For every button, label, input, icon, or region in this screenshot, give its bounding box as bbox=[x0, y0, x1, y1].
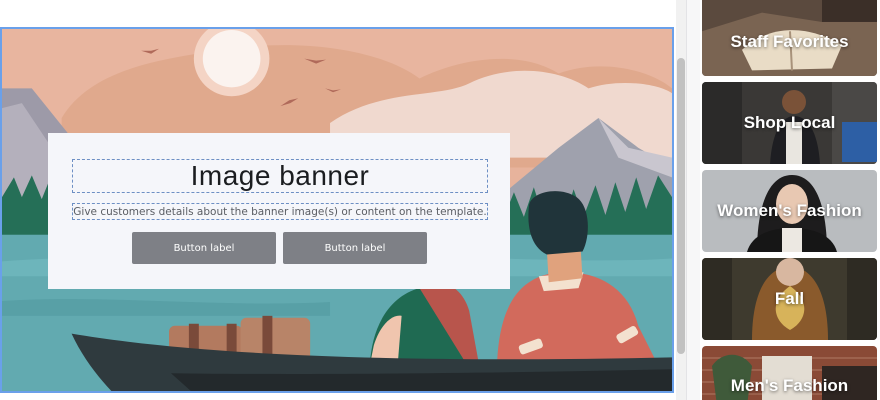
panel-divider bbox=[686, 0, 700, 400]
banner-heading[interactable]: Image banner bbox=[72, 159, 488, 193]
editor-canvas: Image banner Give customers details abou… bbox=[0, 0, 676, 400]
template-card-label: Women's Fashion bbox=[717, 201, 862, 220]
template-card-fall[interactable]: Fall bbox=[702, 258, 877, 340]
template-card-label: Men's Fashion bbox=[730, 376, 849, 395]
template-card-label: Fall bbox=[774, 289, 805, 308]
template-card-staff-favorites[interactable]: Staff Favorites bbox=[702, 0, 877, 76]
banner-button-primary[interactable]: Button label bbox=[132, 232, 276, 264]
scrollbar-thumb[interactable] bbox=[677, 58, 685, 354]
template-card-label: Shop Local bbox=[743, 113, 836, 132]
banner-description[interactable]: Give customers details about the banner … bbox=[72, 203, 488, 220]
template-card-shop-local[interactable]: Shop Local bbox=[702, 82, 877, 164]
template-card-mens-fashion[interactable]: Men's Fashion bbox=[702, 346, 877, 400]
canvas-scrollbar[interactable] bbox=[676, 0, 686, 400]
template-card-label: Staff Favorites bbox=[730, 32, 849, 51]
template-card-womens-fashion[interactable]: Women's Fashion bbox=[702, 170, 877, 252]
banner-button-secondary[interactable]: Button label bbox=[283, 232, 427, 264]
image-banner-section[interactable]: Image banner Give customers details abou… bbox=[0, 27, 674, 393]
banner-content-box: Image banner Give customers details abou… bbox=[48, 133, 510, 289]
